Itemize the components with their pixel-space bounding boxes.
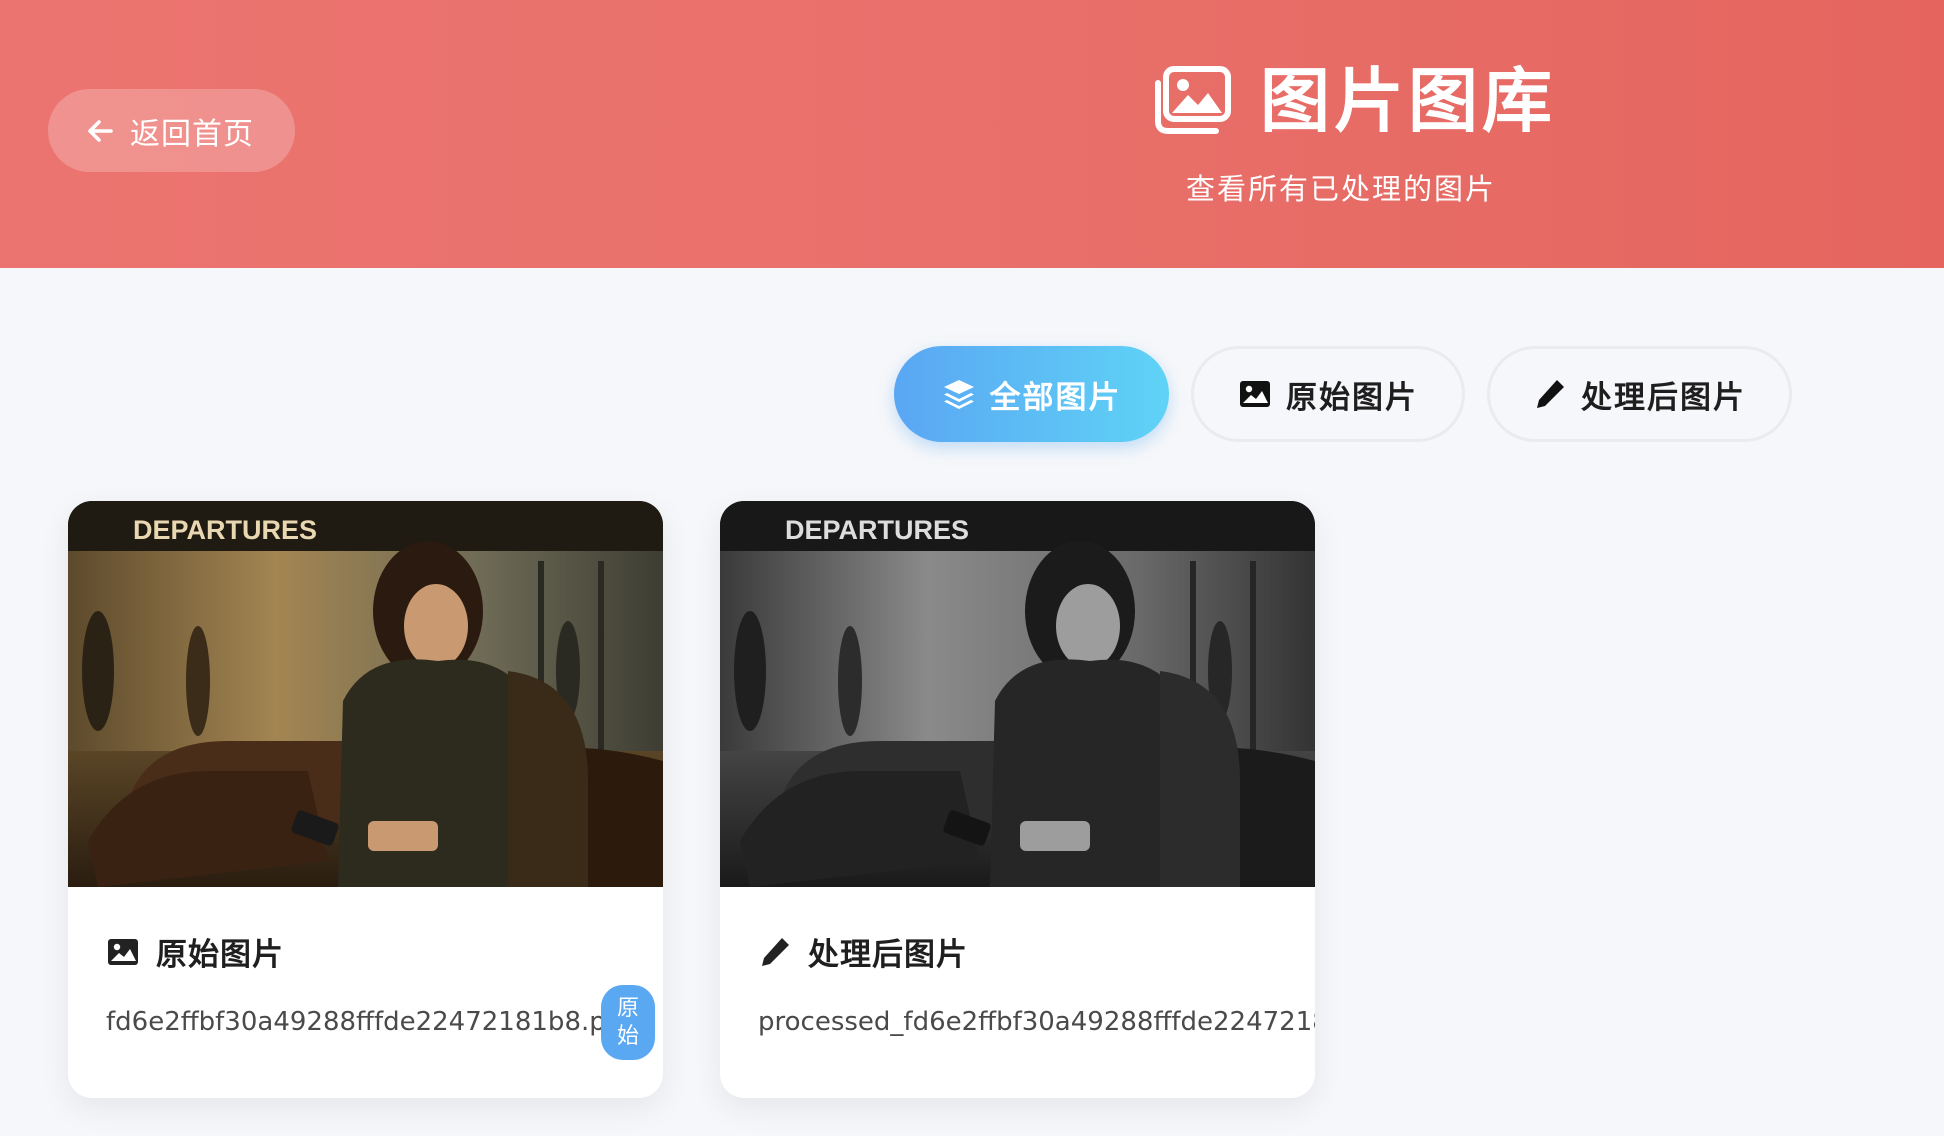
images-icon — [1150, 65, 1234, 137]
back-home-button[interactable]: 返回首页 — [48, 89, 295, 172]
card-type-label: 原始图片 — [106, 929, 284, 974]
image-icon — [106, 935, 140, 969]
pen-icon — [758, 935, 792, 969]
filter-tab-original-label: 原始图片 — [1286, 379, 1418, 416]
gallery-image-original[interactable]: DEPARTURES — [68, 501, 663, 887]
svg-text:DEPARTURES: DEPARTURES — [785, 515, 969, 545]
gallery-card[interactable]: DEPARTURES 原始图片 fd6e2ffbf30a49288fffde22… — [68, 501, 663, 1098]
card-filename: processed_fd6e2ffbf30a49288fffde22472181… — [758, 1007, 1315, 1037]
filter-tab-original[interactable]: 原始图片 — [1191, 346, 1465, 442]
card-filename: fd6e2ffbf30a49288fffde22472181b8.png — [106, 1007, 606, 1037]
page-header: 返回首页 图片图库 查看所有已处理的图片 — [0, 0, 1944, 268]
filter-tab-all-label: 全部图片 — [989, 379, 1122, 416]
page-title: 图片图库 — [1260, 60, 1556, 142]
gallery-image-processed[interactable]: DEPARTURES — [720, 501, 1315, 887]
card-type-text: 原始图片 — [156, 937, 284, 973]
filter-tab-processed-label: 处理后图片 — [1581, 379, 1746, 416]
card-type-label: 处理后图片 — [758, 929, 968, 974]
svg-text:DEPARTURES: DEPARTURES — [133, 515, 317, 545]
gallery-card[interactable]: DEPARTURES 处理后图片 processed_fd6e2ffbf30a4… — [720, 501, 1315, 1098]
image-icon — [1238, 377, 1272, 411]
page-subtitle: 查看所有已处理的图片 — [1186, 172, 1497, 206]
arrow-left-icon — [84, 115, 116, 147]
back-home-label: 返回首页 — [130, 116, 254, 152]
layers-icon — [942, 377, 976, 411]
original-badge: 原始 — [601, 985, 655, 1060]
pen-icon — [1533, 377, 1567, 411]
filter-tab-processed[interactable]: 处理后图片 — [1487, 346, 1792, 442]
card-type-text: 处理后图片 — [808, 937, 968, 973]
page-title-group: 图片图库 — [1150, 56, 1556, 146]
filter-tab-all[interactable]: 全部图片 — [894, 346, 1169, 442]
